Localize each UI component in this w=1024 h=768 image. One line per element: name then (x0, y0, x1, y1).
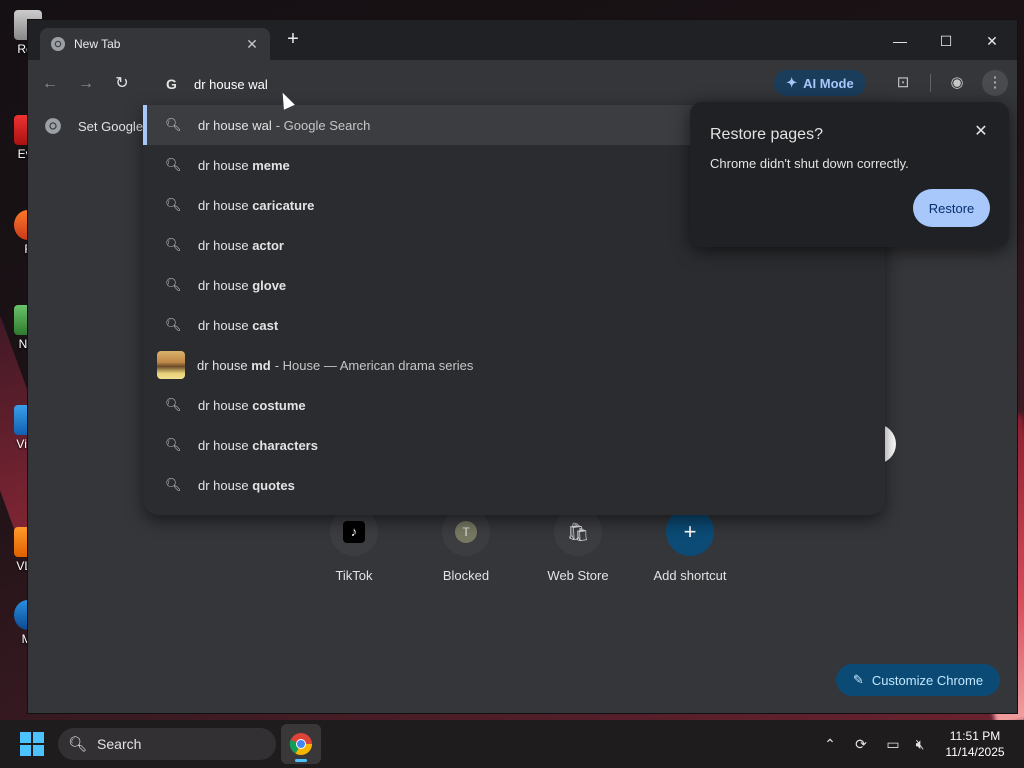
back-button[interactable]: ← (38, 72, 62, 96)
tab-close-icon[interactable]: ✕ (244, 36, 260, 53)
web-store-icon: 🛍 (554, 508, 602, 556)
maximize-button[interactable]: ☐ (923, 28, 969, 54)
restore-message: Chrome didn't shut down correctly. (710, 156, 909, 171)
suggestion-item[interactable]: 🔍︎ dr house glove (143, 265, 885, 305)
shortcut-tiktok[interactable]: ♪ TikTok (304, 508, 404, 583)
active-indicator (295, 759, 307, 762)
taskbar-search[interactable]: 🔍︎ Search (58, 728, 276, 760)
search-icon: 🔍︎ (165, 157, 182, 172)
windows-logo-icon (33, 732, 44, 743)
search-tabs-icon[interactable]: ⊡ (892, 72, 914, 94)
clock-date: 11/14/2025 (945, 745, 1005, 759)
search-icon: 🔍︎ (68, 736, 88, 753)
ai-mode-label: AI Mode (803, 75, 854, 91)
search-icon: 🔍︎ (165, 397, 182, 412)
suggestion-item[interactable]: 🔍︎ dr house cast (143, 305, 885, 345)
omnibox[interactable]: G (144, 64, 884, 104)
tiktok-icon: ♪ (330, 508, 378, 556)
sync-icon[interactable]: ⟳ (851, 734, 871, 754)
title-bar: New Tab ✕ + — ☐ ✕ (28, 20, 1017, 60)
svg-text:G: G (166, 76, 177, 92)
suggestion-text: dr house meme (198, 157, 290, 173)
pencil-icon: ✎ (852, 672, 864, 687)
suggestion-text: dr house glove (198, 277, 287, 293)
chevron-up-icon[interactable]: ⌃ (820, 734, 840, 754)
restore-title: Restore pages? (710, 126, 823, 143)
profile-icon[interactable]: ◉ (946, 72, 968, 94)
suggestion-suffix: - Google Search (275, 117, 371, 133)
google-g-icon: G (166, 76, 177, 92)
search-icon: 🔍︎ (165, 277, 182, 292)
house-md-thumbnail (157, 351, 185, 379)
omnibox-input[interactable] (194, 76, 594, 92)
toolbar-divider (930, 74, 931, 92)
ai-mode-button[interactable]: ✦ AI Mode (774, 70, 866, 96)
clock-time: 11:51 PM (949, 729, 1001, 743)
suggestion-text: dr house costume (198, 397, 306, 413)
close-icon[interactable]: ✕ (971, 122, 991, 142)
forward-button[interactable]: → (74, 72, 98, 96)
chrome-icon (51, 37, 65, 51)
windows-logo-icon (20, 745, 31, 756)
suggestion-suffix: - House — American drama series (274, 357, 474, 373)
chrome-icon (45, 118, 61, 134)
taskbar-chrome[interactable] (281, 724, 321, 764)
customize-label: Customize Chrome (871, 672, 984, 688)
toolbar: ← → ↻ G ✦ AI Mode ⊡ ◉ ⋮ (28, 60, 1017, 106)
search-icon: 🔍︎ (165, 237, 182, 252)
shortcut-add[interactable]: + Add shortcut (640, 508, 740, 583)
suggestion-item[interactable]: dr house md - House — American drama ser… (143, 345, 885, 385)
close-window-button[interactable]: ✕ (969, 28, 1015, 54)
shortcut-label: Blocked (442, 568, 490, 583)
search-icon: 🔍︎ (165, 197, 182, 212)
search-icon: 🔍︎ (165, 117, 182, 132)
start-button[interactable] (20, 732, 44, 756)
search-icon: 🔍︎ (165, 437, 182, 452)
shortcut-blocked[interactable]: T Blocked (416, 508, 516, 583)
suggestion-text: dr house characters (198, 437, 318, 453)
new-tab-button[interactable]: + (283, 29, 303, 50)
shortcut-web-store[interactable]: 🛍 Web Store (528, 508, 628, 583)
customize-chrome-button[interactable]: ✎ Customize Chrome (836, 664, 1000, 696)
minimize-button[interactable]: — (877, 28, 923, 54)
taskbar: 🔍︎ Search ⌃ ⟳ ▭ 🔇︎ 11:51 PM 11/14/2025 (0, 720, 1024, 768)
search-icon: 🔍︎ (165, 477, 182, 492)
suggestion-text: dr house cast (198, 317, 279, 333)
suggestion-text: dr house md (197, 357, 271, 373)
volume-muted-icon[interactable]: 🔇︎ (910, 734, 930, 754)
restore-pages-dialog: Restore pages? Chrome didn't shut down c… (690, 102, 1009, 247)
chrome-icon (289, 733, 312, 755)
suggestion-item[interactable]: 🔍︎ dr house costume (143, 385, 885, 425)
taskbar-search-label: Search (97, 736, 142, 752)
avatar-icon: T (442, 508, 490, 556)
suggestion-text: dr house wal (198, 117, 272, 133)
tab-title: New Tab (74, 37, 121, 51)
bookmark-bar: Set Google (28, 112, 143, 140)
search-icon: 🔍︎ (165, 317, 182, 332)
chrome-window: New Tab ✕ + — ☐ ✕ ← → ↻ G ✦ AI Mode ⊡ ◉ … (28, 20, 1017, 713)
tab-new-tab[interactable]: New Tab ✕ (40, 28, 270, 60)
suggestion-text: dr house caricature (198, 197, 315, 213)
shortcut-label: Add shortcut (653, 568, 727, 583)
shortcut-label: Web Store (547, 568, 609, 583)
suggestion-text: dr house actor (198, 237, 284, 253)
suggestion-item[interactable]: 🔍︎ dr house characters (143, 425, 885, 465)
shortcut-label: TikTok (335, 568, 373, 583)
windows-logo-icon (20, 732, 31, 743)
windows-logo-icon (33, 745, 44, 756)
more-menu-icon[interactable]: ⋮ (982, 70, 1008, 96)
restore-button[interactable]: Restore (913, 189, 990, 227)
set-google-link[interactable]: Set Google (78, 119, 143, 134)
plus-icon: + (666, 508, 714, 556)
network-icon[interactable]: ▭ (883, 734, 903, 754)
ai-sparkle-icon: ✦ (786, 75, 798, 90)
suggestion-item[interactable]: 🔍︎ dr house quotes (143, 465, 885, 505)
taskbar-clock[interactable]: 11:51 PM 11/14/2025 (940, 728, 1010, 760)
reload-button[interactable]: ↻ (110, 72, 134, 96)
suggestion-text: dr house quotes (198, 477, 295, 493)
